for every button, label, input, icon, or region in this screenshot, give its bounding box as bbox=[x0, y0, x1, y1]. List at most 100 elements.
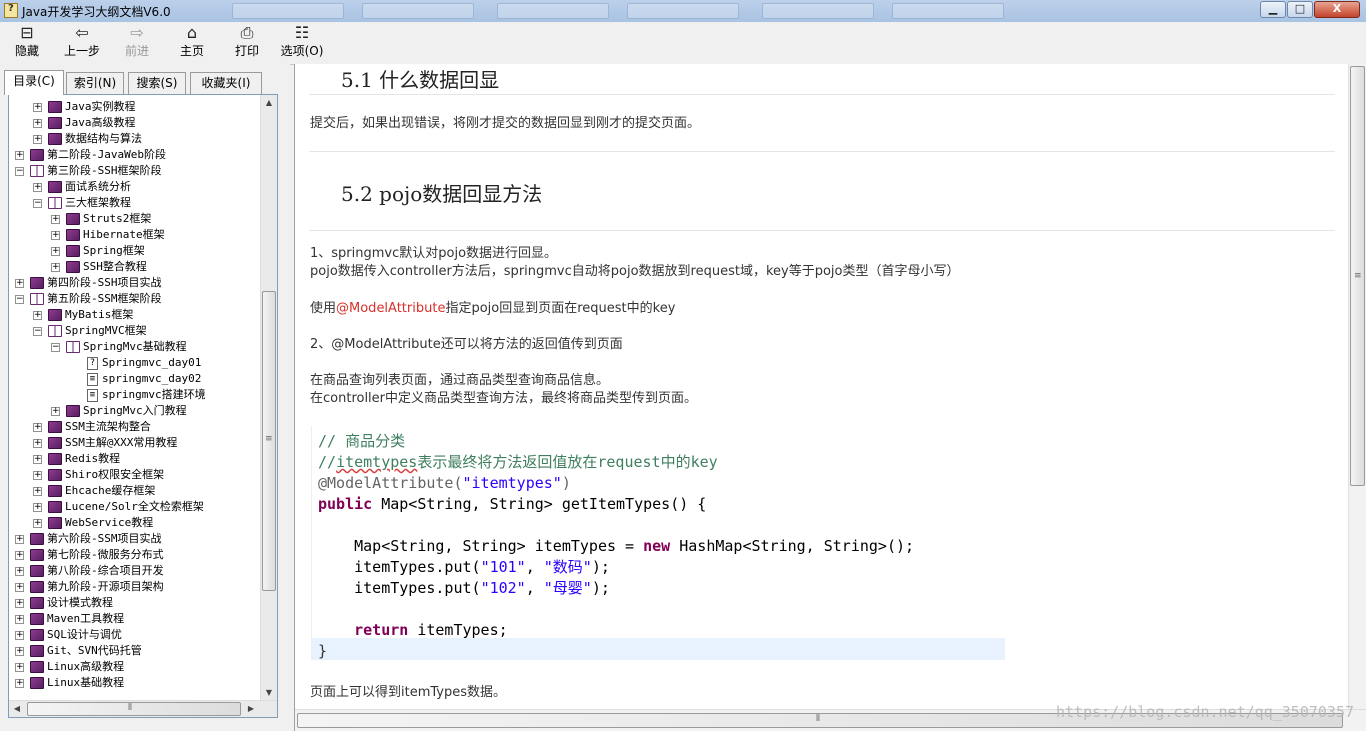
expand-icon[interactable]: + bbox=[15, 646, 24, 656]
tree-item[interactable]: + 设计模式教程 bbox=[15, 595, 113, 611]
code-token: // bbox=[318, 453, 337, 471]
expand-icon[interactable]: + bbox=[33, 486, 42, 496]
tree-item[interactable]: + Hibernate框架 bbox=[51, 227, 165, 243]
tree-item[interactable]: + Maven工具教程 bbox=[15, 611, 124, 627]
tree-vertical-scrollbar[interactable]: ▲ ≡ ▼ bbox=[260, 95, 277, 701]
expand-icon[interactable]: + bbox=[51, 214, 60, 224]
tree-item[interactable]: − SpringMVC框架 bbox=[33, 323, 147, 339]
tree-item[interactable]: + 面试系统分析 bbox=[33, 179, 131, 195]
expand-icon[interactable]: + bbox=[15, 614, 24, 624]
tree-item[interactable]: + Ehcache缓存框架 bbox=[33, 483, 155, 499]
expand-icon[interactable]: + bbox=[51, 230, 60, 240]
tree-item[interactable]: + 第八阶段-综合项目开发 bbox=[15, 563, 164, 579]
tree-item[interactable]: + 第二阶段-JavaWeb阶段 bbox=[15, 147, 166, 163]
tree-item[interactable]: − 三大框架教程 bbox=[33, 195, 131, 211]
tree-item[interactable]: + MyBatis框架 bbox=[33, 307, 133, 323]
content-vertical-scrollbar[interactable]: ≡ bbox=[1348, 64, 1366, 709]
expand-icon[interactable]: + bbox=[33, 470, 42, 480]
tree-item[interactable]: + SQL设计与调优 bbox=[15, 627, 122, 643]
tree-item-label: Linux基础教程 bbox=[47, 676, 125, 689]
minimize-button[interactable]: ▁ bbox=[1260, 1, 1286, 18]
tree-item[interactable]: + Git、SVN代码托管 bbox=[15, 643, 142, 659]
expand-icon[interactable]: + bbox=[33, 422, 42, 432]
close-button[interactable]: X bbox=[1314, 1, 1360, 18]
tree-item[interactable]: + 第四阶段-SSH项目实战 bbox=[15, 275, 162, 291]
expand-icon[interactable]: + bbox=[33, 102, 42, 112]
collapse-icon[interactable]: − bbox=[15, 166, 24, 176]
expand-icon[interactable]: + bbox=[33, 134, 42, 144]
expand-icon[interactable]: + bbox=[15, 278, 24, 288]
collapse-icon[interactable]: − bbox=[33, 198, 42, 208]
expand-icon[interactable]: + bbox=[15, 678, 24, 688]
home-button[interactable]: ⌂ 主页 bbox=[175, 24, 209, 62]
expand-icon[interactable]: + bbox=[33, 118, 42, 128]
options-button[interactable]: ☷ 选项(O) bbox=[280, 24, 324, 62]
expand-icon[interactable]: + bbox=[51, 262, 60, 272]
tree-item[interactable]: + 数据结构与算法 bbox=[33, 131, 142, 147]
tree-item[interactable]: + Java高级教程 bbox=[33, 115, 136, 131]
tab-search[interactable]: 搜索(S) bbox=[128, 72, 186, 94]
hide-button[interactable]: ⊟ 隐藏 bbox=[10, 24, 44, 62]
tree-item[interactable]: + Struts2框架 bbox=[51, 211, 151, 227]
collapse-icon[interactable]: − bbox=[33, 326, 42, 336]
expand-icon[interactable]: + bbox=[33, 518, 42, 528]
code-token: , bbox=[525, 579, 544, 597]
tree-item-label: SpringMvc基础教程 bbox=[83, 340, 187, 353]
expand-icon[interactable]: + bbox=[15, 534, 24, 544]
tree-item[interactable]: + 第七阶段-微服务分布式 bbox=[15, 547, 164, 563]
tree-item[interactable]: + Lucene/Solr全文检索框架 bbox=[33, 499, 204, 515]
tree-horizontal-scrollbar[interactable]: ◀ ⦀ ▶ bbox=[9, 700, 277, 717]
collapse-icon[interactable]: − bbox=[15, 294, 24, 304]
tree-item[interactable]: − 第五阶段-SSM框架阶段 bbox=[15, 291, 162, 307]
scroll-right-arrow-icon[interactable]: ▶ bbox=[243, 701, 259, 717]
tree-item[interactable]: + Redis教程 bbox=[33, 451, 120, 467]
open-book-icon bbox=[30, 293, 44, 305]
tree-item[interactable]: + SpringMvc入门教程 bbox=[51, 403, 187, 419]
expand-icon[interactable]: + bbox=[51, 246, 60, 256]
tree-item[interactable]: + SSM主流架构整合 bbox=[33, 419, 151, 435]
scroll-left-arrow-icon[interactable]: ◀ bbox=[9, 701, 25, 717]
tree-item[interactable]: − SpringMvc基础教程 bbox=[51, 339, 187, 355]
tree-item[interactable]: ≡ springmvc搭建环境 bbox=[87, 387, 206, 403]
expand-icon[interactable]: + bbox=[15, 566, 24, 576]
tree-item[interactable]: ≡ springmvc_day02 bbox=[87, 371, 201, 387]
tree-hscroll-thumb[interactable]: ⦀ bbox=[27, 702, 241, 716]
expand-icon[interactable]: + bbox=[15, 630, 24, 640]
maximize-button[interactable]: □ bbox=[1287, 1, 1313, 18]
tree-item-label: Shiro权限安全框架 bbox=[65, 468, 165, 481]
content-scroll-thumb[interactable]: ≡ bbox=[1350, 66, 1365, 486]
back-button[interactable]: ⇦ 上一步 bbox=[60, 24, 104, 62]
tree-item[interactable]: − 第三阶段-SSH框架阶段 bbox=[15, 163, 162, 179]
tree-item[interactable]: + WebService教程 bbox=[33, 515, 153, 531]
expand-icon[interactable]: + bbox=[33, 182, 42, 192]
expand-icon[interactable]: + bbox=[15, 598, 24, 608]
tree-scroll-thumb[interactable]: ≡ bbox=[262, 291, 276, 591]
tree-item[interactable]: + Spring框架 bbox=[51, 243, 145, 259]
tree-item[interactable]: + Linux基础教程 bbox=[15, 675, 124, 691]
tab-index[interactable]: 索引(N) bbox=[66, 72, 124, 94]
expand-icon[interactable]: + bbox=[33, 454, 42, 464]
tree-item[interactable]: + Shiro权限安全框架 bbox=[33, 467, 164, 483]
tab-favorites[interactable]: 收藏夹(I) bbox=[190, 72, 262, 94]
expand-icon[interactable]: + bbox=[15, 550, 24, 560]
expand-icon[interactable]: + bbox=[15, 582, 24, 592]
expand-icon[interactable]: + bbox=[51, 406, 60, 416]
scroll-down-arrow-icon[interactable]: ▼ bbox=[261, 685, 277, 701]
collapse-icon[interactable]: − bbox=[51, 342, 60, 352]
expand-icon[interactable]: + bbox=[33, 310, 42, 320]
tree-item[interactable]: + 第九阶段-开源项目架构 bbox=[15, 579, 164, 595]
forward-button[interactable]: ⇨ 前进 bbox=[120, 24, 154, 62]
expand-icon[interactable]: + bbox=[15, 662, 24, 672]
scroll-up-arrow-icon[interactable]: ▲ bbox=[261, 95, 277, 111]
print-button[interactable]: ⎙ 打印 bbox=[230, 24, 264, 62]
tree-item[interactable]: + 第六阶段-SSM项目实战 bbox=[15, 531, 162, 547]
tree-item[interactable]: + Linux高级教程 bbox=[15, 659, 124, 675]
tree-item[interactable]: + Java实例教程 bbox=[33, 99, 136, 115]
expand-icon[interactable]: + bbox=[33, 502, 42, 512]
tree-item[interactable]: + SSM主解@XXX常用教程 bbox=[33, 435, 177, 451]
expand-icon[interactable]: + bbox=[33, 438, 42, 448]
expand-icon[interactable]: + bbox=[15, 150, 24, 160]
tree-item[interactable]: ? Springmvc_day01 bbox=[87, 355, 201, 371]
tab-contents[interactable]: 目录(C) bbox=[4, 70, 64, 95]
tree-item[interactable]: + SSH整合教程 bbox=[51, 259, 147, 275]
